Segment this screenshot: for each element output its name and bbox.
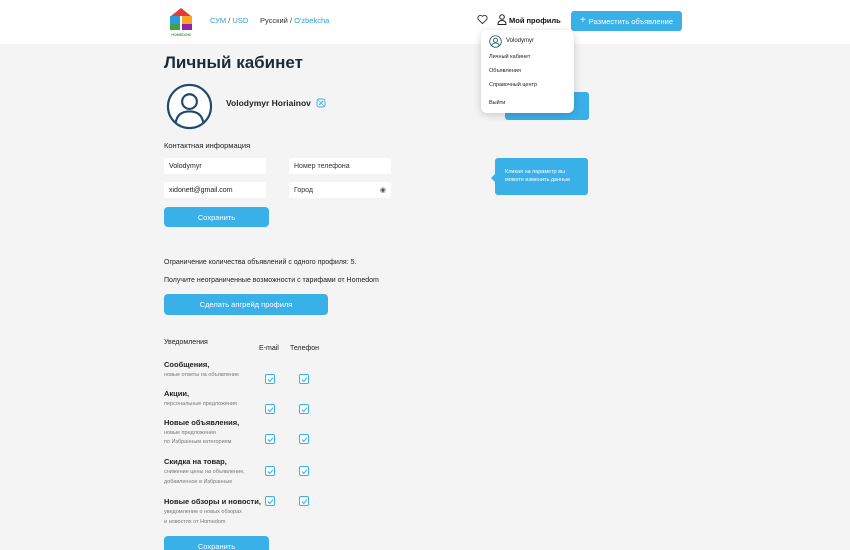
notif-sub-promos: персональные предложения: [164, 401, 237, 407]
notif-sub-messages: новые ответы на объявление: [164, 372, 240, 378]
upgrade-profile-label: Сделать апгрейд профиля: [199, 300, 293, 309]
currency-switcher[interactable]: СУМ / USD: [210, 16, 248, 25]
dropdown-avatar-icon: [489, 35, 502, 48]
lang-russian[interactable]: Русский: [260, 16, 288, 25]
column-email: E-mail: [259, 345, 279, 352]
currency-usd[interactable]: USD: [232, 16, 248, 25]
plus-icon: +: [579, 15, 586, 26]
menu-item-help[interactable]: Справочный центр: [489, 82, 537, 88]
checkbox-news-phone[interactable]: [299, 496, 309, 506]
save-notifications-button[interactable]: Сохранить: [164, 536, 269, 550]
lang-uzbek[interactable]: O'zbekcha: [294, 16, 329, 25]
language-switcher[interactable]: Русский / O'zbekcha: [260, 16, 329, 25]
edit-name-icon[interactable]: [316, 98, 326, 108]
post-ad-label: Разместить объявление: [588, 16, 674, 26]
my-profile-link[interactable]: Мой профиль: [509, 16, 561, 25]
first-name-field[interactable]: Volodymyr: [164, 158, 266, 174]
user-full-name: Volodymyr Horiainov: [226, 98, 311, 108]
homedom-logo[interactable]: HOMEDOM: [168, 7, 194, 37]
user-icon[interactable]: [497, 14, 507, 25]
city-field[interactable]: Город ◉: [289, 182, 391, 198]
edit-hint-text: Кликая на параметр вы можете изменить да…: [505, 169, 571, 183]
dropdown-user-name: Volodymyr: [506, 38, 535, 44]
page-title: Личный кабинет: [164, 53, 303, 72]
checkbox-messages-phone[interactable]: [299, 374, 309, 384]
notif-title-news: Новые обзоры и новости,: [164, 497, 261, 506]
notif-title-messages: Сообщения,: [164, 360, 210, 369]
phone-field[interactable]: Номер телефона: [289, 158, 391, 174]
column-phone: Телефон: [290, 345, 320, 352]
save-contact-label: Сохранить: [197, 212, 236, 222]
edit-hint-tooltip: Кликая на параметр вы можете изменить да…: [491, 158, 588, 195]
checkbox-discount-phone[interactable]: [299, 466, 309, 476]
notif-sub-new-ads-2: по Избранным категориям: [164, 439, 232, 445]
post-ad-button[interactable]: + Разместить объявление: [571, 11, 682, 31]
checkbox-discount-email[interactable]: [265, 466, 275, 476]
email-field[interactable]: xidonett@gmail.com: [164, 182, 266, 198]
notif-sub-discount-2: добавленное в Избранные: [164, 479, 233, 485]
menu-item-logout[interactable]: Выйти: [489, 100, 505, 106]
ad-limit-text: Ограничение количества объявлений с одно…: [164, 259, 357, 266]
heart-icon[interactable]: [477, 14, 488, 25]
notif-sub-new-ads-1: новые предложения: [164, 430, 216, 436]
checkbox-promos-phone[interactable]: [299, 404, 309, 414]
notif-sub-news-1: уведомление о новых обзорах: [164, 509, 242, 515]
notif-sub-discount-1: снижение цены на объявление,: [164, 469, 245, 475]
avatar-icon[interactable]: [166, 83, 213, 130]
checkbox-new-ads-email[interactable]: [265, 434, 275, 444]
menu-item-ads[interactable]: Объявления: [489, 68, 521, 74]
top-header: HOMEDOM СУМ / USD Русский / O'zbekcha Мо…: [0, 0, 850, 44]
profile-dropdown: Volodymyr Личный кабинет Объявления Спра…: [481, 30, 574, 113]
notif-title-discount: Скидка на товар,: [164, 457, 227, 466]
currency-uzs[interactable]: СУМ: [210, 16, 226, 25]
notif-title-promos: Акции,: [164, 389, 190, 398]
checkbox-messages-email[interactable]: [265, 374, 275, 384]
email-value: xidonett@gmail.com: [169, 186, 233, 194]
tariff-promo-text: Получите неограниченные возможности с та…: [164, 277, 379, 284]
notif-sub-news-2: и новостях от Homedom: [164, 519, 226, 525]
contact-info-label: Контактная информация: [164, 141, 251, 150]
checkbox-new-ads-phone[interactable]: [299, 434, 309, 444]
upgrade-profile-button[interactable]: Сделать апгрейд профиля: [164, 294, 328, 315]
first-name-value: Volodymyr: [169, 162, 202, 170]
city-placeholder: Город: [294, 186, 313, 194]
currency-separator: /: [228, 16, 231, 25]
menu-item-account[interactable]: Личный кабинет: [489, 54, 530, 60]
logo-text: HOMEDOM: [171, 33, 190, 37]
location-icon: ◉: [379, 187, 386, 194]
notif-title-new-ads: Новые объявления,: [164, 418, 240, 427]
notifications-heading: Уведомления: [164, 339, 208, 346]
lang-separator: /: [289, 16, 293, 25]
phone-placeholder: Номер телефона: [294, 162, 350, 170]
save-contact-button[interactable]: Сохранить: [164, 207, 269, 227]
checkbox-news-email[interactable]: [265, 496, 275, 506]
checkbox-promos-email[interactable]: [265, 404, 275, 414]
save-notifications-label: Сохранить: [197, 542, 236, 550]
